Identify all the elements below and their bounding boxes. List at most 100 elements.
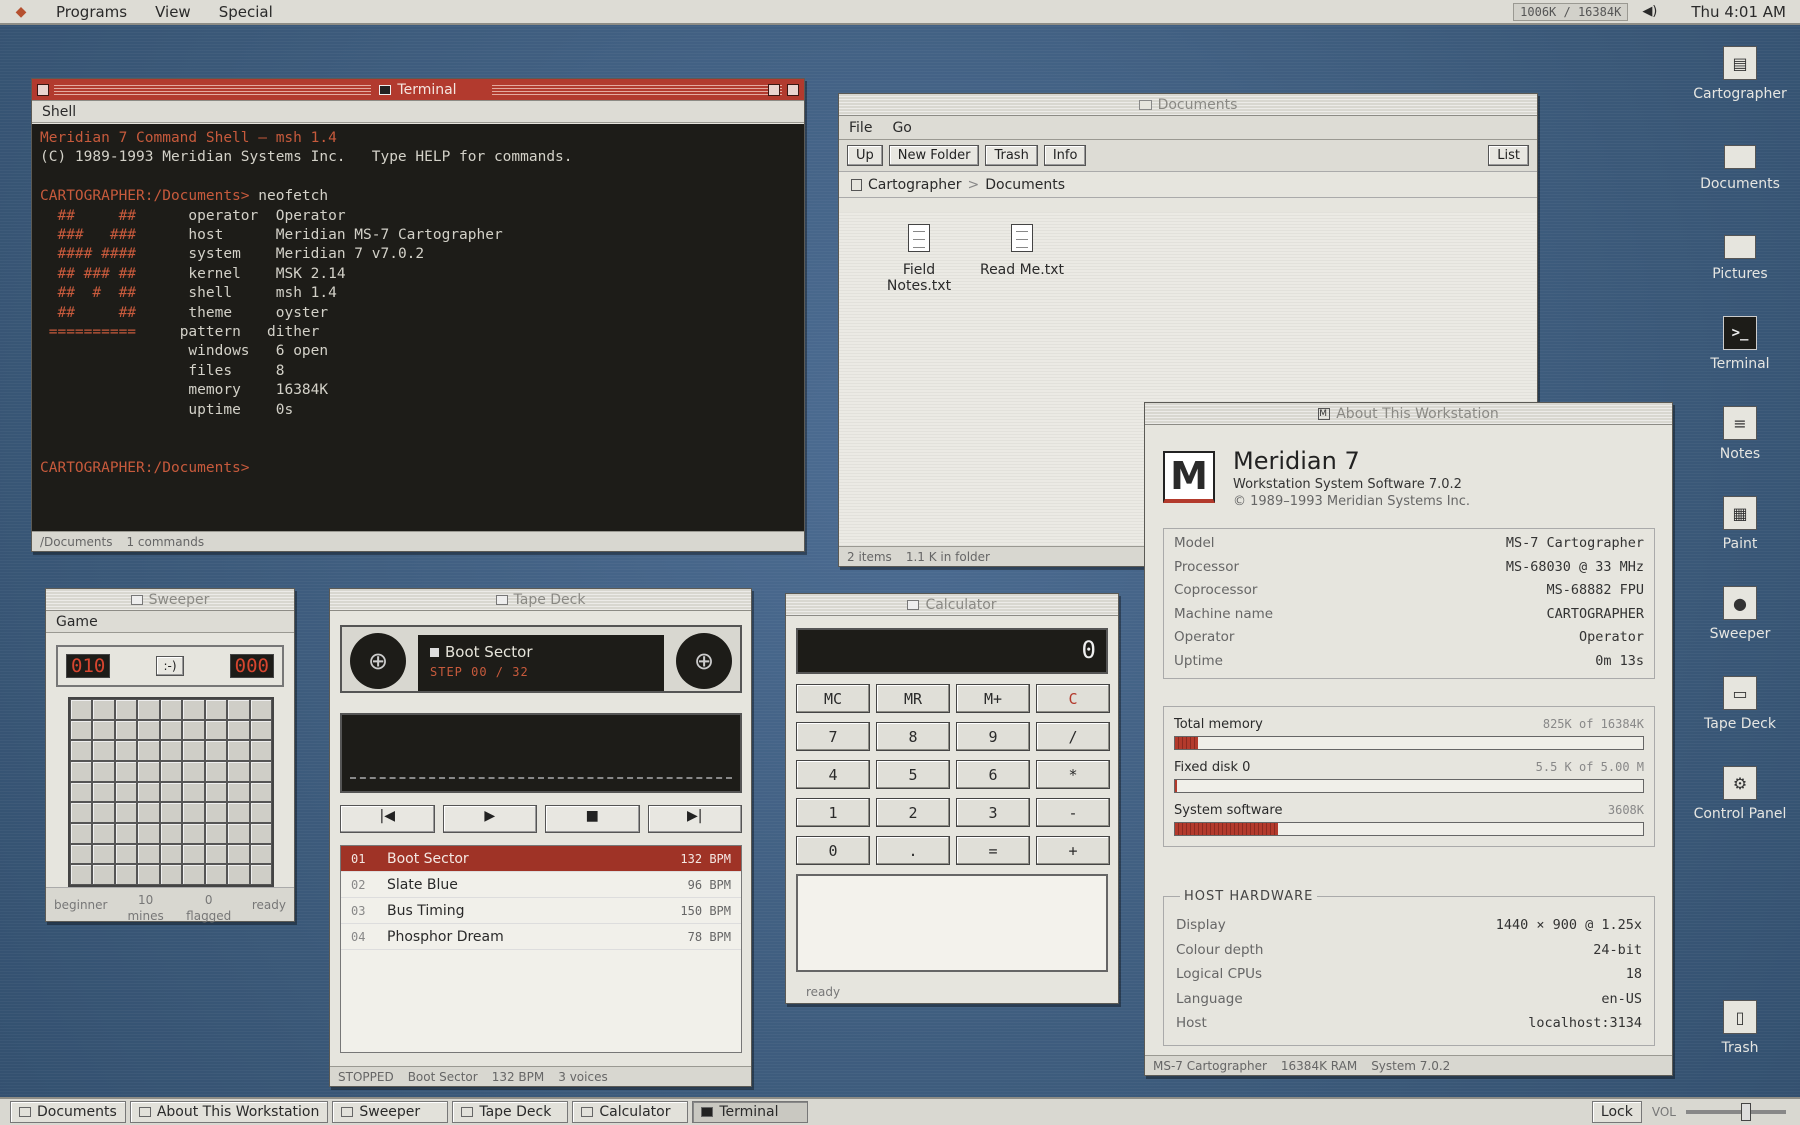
- mine-cell[interactable]: [159, 864, 183, 885]
- system-menu-icon[interactable]: ◆: [0, 4, 42, 20]
- list-view-button[interactable]: List: [1488, 145, 1529, 166]
- calc-key[interactable]: 6: [956, 760, 1030, 789]
- file-field-notes[interactable]: Field Notes.txt: [879, 224, 959, 294]
- mine-field[interactable]: [68, 697, 274, 887]
- speaker-icon[interactable]: ◀): [1642, 4, 1657, 19]
- mine-cell[interactable]: [249, 740, 272, 761]
- mine-cell[interactable]: [159, 781, 183, 803]
- mine-cell[interactable]: [70, 864, 93, 885]
- calc-key[interactable]: 3: [956, 798, 1030, 827]
- mine-cell[interactable]: [92, 760, 115, 782]
- terminal-titlebar[interactable]: Terminal: [32, 79, 804, 101]
- mine-cell[interactable]: [249, 760, 272, 782]
- mine-cell[interactable]: [182, 740, 205, 761]
- clock[interactable]: Thu 4:01 AM: [1691, 3, 1786, 21]
- mine-cell[interactable]: [70, 843, 93, 865]
- track-row[interactable]: 04 Phosphor Dream 78 BPM: [341, 924, 741, 950]
- menu-file[interactable]: File: [839, 120, 882, 136]
- documents-titlebar[interactable]: Documents: [839, 94, 1537, 116]
- previous-track-button[interactable]: |◀: [340, 805, 435, 833]
- mine-cell[interactable]: [92, 822, 115, 844]
- mine-cell[interactable]: [70, 802, 93, 823]
- mine-cell[interactable]: [204, 740, 228, 761]
- desktop-icon-control-panel[interactable]: ⚙ Control Panel: [1690, 766, 1790, 822]
- calc-key[interactable]: -: [1036, 798, 1110, 827]
- desktop-icon-trash[interactable]: ▯ Trash: [1690, 1000, 1790, 1056]
- desktop-icon-tape-deck[interactable]: ▭ Tape Deck: [1690, 676, 1790, 732]
- menu-view[interactable]: View: [141, 3, 205, 21]
- volume-slider[interactable]: [1686, 1103, 1786, 1121]
- calc-key[interactable]: 7: [796, 722, 870, 751]
- mine-cell[interactable]: [227, 781, 250, 803]
- play-button[interactable]: ▶: [442, 805, 537, 833]
- mine-cell[interactable]: [204, 719, 228, 741]
- mine-cell[interactable]: [227, 760, 250, 782]
- desktop-icon-paint[interactable]: ▦ Paint: [1690, 496, 1790, 552]
- calc-key[interactable]: MR: [876, 684, 950, 713]
- lock-button[interactable]: Lock: [1591, 1101, 1642, 1123]
- mine-cell[interactable]: [204, 699, 228, 720]
- menu-programs[interactable]: Programs: [42, 3, 141, 21]
- calc-key[interactable]: 5: [876, 760, 950, 789]
- calc-key[interactable]: C: [1036, 684, 1110, 713]
- mine-cell[interactable]: [114, 781, 138, 803]
- volume-handle[interactable]: [1741, 1103, 1751, 1121]
- desktop-icon-notes[interactable]: ≡ Notes: [1690, 406, 1790, 462]
- calc-key[interactable]: M+: [956, 684, 1030, 713]
- info-button[interactable]: Info: [1043, 145, 1087, 166]
- trash-button[interactable]: Trash: [985, 145, 1038, 166]
- mine-cell[interactable]: [182, 719, 205, 741]
- task-tape-deck[interactable]: Tape Deck: [452, 1101, 569, 1123]
- mine-cell[interactable]: [227, 802, 250, 823]
- track-row[interactable]: 01 Boot Sector 132 BPM: [341, 846, 741, 872]
- mine-cell[interactable]: [137, 864, 160, 885]
- calc-key[interactable]: .: [876, 836, 950, 865]
- mine-cell[interactable]: [92, 802, 115, 823]
- mine-cell[interactable]: [114, 760, 138, 782]
- about-titlebar[interactable]: M About This Workstation: [1145, 403, 1672, 425]
- track-row[interactable]: 03 Bus Timing 150 BPM: [341, 898, 741, 924]
- mine-cell[interactable]: [182, 822, 205, 844]
- calc-key[interactable]: /: [1036, 722, 1110, 751]
- stop-button[interactable]: ■: [545, 805, 640, 833]
- face-button[interactable]: :-): [156, 656, 184, 676]
- mine-cell[interactable]: [182, 843, 205, 865]
- mine-cell[interactable]: [159, 843, 183, 865]
- close-box[interactable]: [37, 84, 49, 96]
- task-about[interactable]: About This Workstation: [129, 1101, 329, 1123]
- menu-game[interactable]: Game: [46, 614, 108, 630]
- mine-cell[interactable]: [137, 699, 160, 720]
- mine-cell[interactable]: [249, 822, 272, 844]
- mine-cell[interactable]: [249, 864, 272, 885]
- menu-go[interactable]: Go: [882, 120, 921, 136]
- mine-cell[interactable]: [159, 699, 183, 720]
- mine-cell[interactable]: [114, 699, 138, 720]
- sweeper-titlebar[interactable]: Sweeper: [46, 589, 294, 611]
- mine-cell[interactable]: [70, 781, 93, 803]
- mine-cell[interactable]: [92, 699, 115, 720]
- task-calculator[interactable]: Calculator: [572, 1101, 689, 1123]
- desktop-icon-pictures[interactable]: Pictures: [1690, 226, 1790, 282]
- mine-cell[interactable]: [114, 843, 138, 865]
- mine-cell[interactable]: [137, 843, 160, 865]
- desktop-icon-cartographer[interactable]: ▤ Cartographer: [1690, 46, 1790, 102]
- menu-shell[interactable]: Shell: [32, 104, 86, 120]
- calc-key[interactable]: MC: [796, 684, 870, 713]
- mine-cell[interactable]: [204, 822, 228, 844]
- zoom-box[interactable]: [787, 84, 799, 96]
- mine-cell[interactable]: [137, 740, 160, 761]
- mine-cell[interactable]: [70, 822, 93, 844]
- mine-cell[interactable]: [159, 719, 183, 741]
- mine-cell[interactable]: [249, 843, 272, 865]
- mine-cell[interactable]: [114, 802, 138, 823]
- mine-cell[interactable]: [204, 843, 228, 865]
- mine-cell[interactable]: [227, 822, 250, 844]
- breadcrumb-current[interactable]: Documents: [985, 177, 1065, 193]
- calc-key[interactable]: 4: [796, 760, 870, 789]
- mine-cell[interactable]: [70, 760, 93, 782]
- tape-deck-titlebar[interactable]: Tape Deck: [330, 589, 751, 611]
- memory-readout[interactable]: 1006K / 16384K: [1513, 2, 1629, 21]
- calc-key[interactable]: 1: [796, 798, 870, 827]
- mine-cell[interactable]: [114, 822, 138, 844]
- mine-cell[interactable]: [249, 699, 272, 720]
